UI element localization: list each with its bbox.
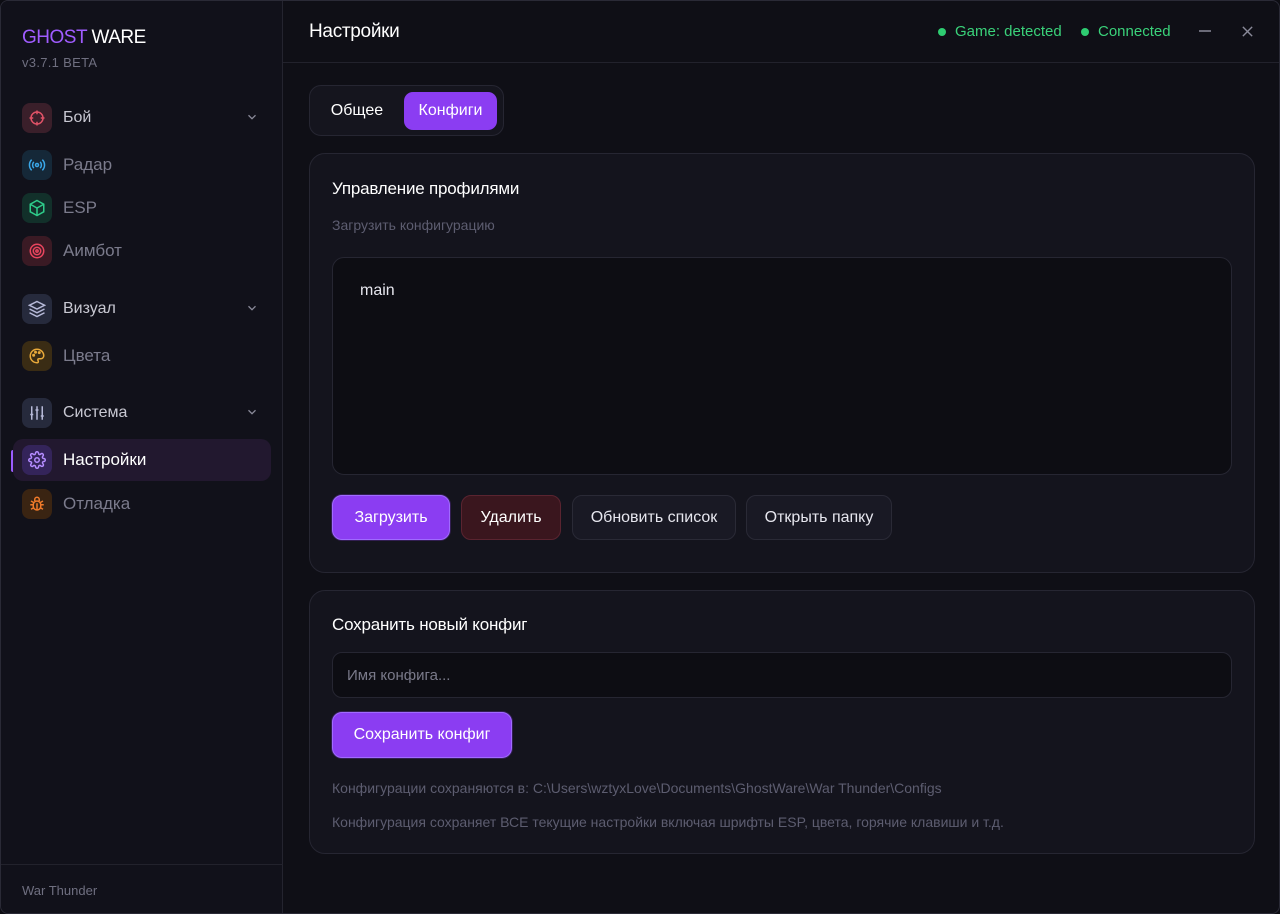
config-name-placeholder: Имя конфига... — [347, 667, 451, 684]
sidebar-item-label: ESP — [63, 198, 98, 217]
refresh-list-button[interactable]: Обновить список — [572, 495, 736, 540]
save-config-card: Сохранить новый конфиг Имя конфига... Со… — [309, 590, 1255, 854]
config-name-input[interactable]: Имя конфига... — [332, 652, 1232, 698]
status-connection: Connected — [1081, 23, 1171, 40]
crosshair-icon — [22, 103, 52, 133]
sidebar: GHOST WARE v3.7.1 BETA Бой Радар ESP Аим… — [1, 1, 283, 913]
save-path-note: Конфигурации сохраняются в: C:\Users\wzt… — [332, 780, 942, 796]
sidebar-group-system[interactable]: Система — [13, 392, 271, 434]
target-icon — [22, 236, 52, 266]
status-game: Game: detected — [938, 23, 1062, 40]
cube-icon — [22, 193, 52, 223]
chevron-down-icon — [248, 114, 256, 120]
app-logo: GHOST WARE — [22, 27, 146, 49]
save-info-note: Конфигурация сохраняет ВСЕ текущие настр… — [332, 814, 1004, 830]
header: Настройки Game: detected Connected — [283, 1, 1279, 63]
brand-ware: WARE — [91, 27, 147, 48]
sliders-icon — [22, 398, 52, 428]
sidebar-group-label: Бой — [63, 109, 92, 126]
config-list-item[interactable]: main — [360, 282, 395, 300]
chevron-down-icon — [248, 305, 256, 311]
status-dot-icon — [938, 27, 946, 36]
tab-configs[interactable]: Конфиги — [404, 92, 497, 130]
gear-icon — [22, 445, 52, 475]
chevron-down-icon — [248, 409, 256, 415]
profiles-card: Управление профилями Загрузить конфигура… — [309, 153, 1255, 573]
status-connection-text: Connected — [1098, 23, 1171, 40]
sidebar-item-label: Цвета — [63, 346, 111, 365]
open-folder-button[interactable]: Открыть папку — [746, 495, 892, 540]
sidebar-group-visual[interactable]: Визуал — [13, 288, 271, 330]
palette-icon — [22, 341, 52, 371]
sidebar-item-label: Аимбот — [63, 241, 122, 260]
sidebar-item-label: Радар — [63, 155, 113, 174]
sidebar-item-settings[interactable]: Настройки — [13, 439, 271, 481]
sidebar-item-esp[interactable]: ESP — [13, 187, 271, 229]
sidebar-item-aimbot[interactable]: Аимбот — [13, 230, 271, 272]
config-list[interactable]: main — [332, 257, 1232, 475]
radar-icon — [22, 150, 52, 180]
app-version: v3.7.1 BETA — [22, 55, 98, 70]
sidebar-item-label: Отладка — [63, 494, 131, 513]
close-icon — [1241, 25, 1253, 37]
sidebar-group-label: Визуал — [63, 300, 116, 317]
profiles-subtitle: Загрузить конфигурацию — [332, 217, 495, 233]
sidebar-item-colors[interactable]: Цвета — [13, 335, 271, 377]
game-name: War Thunder — [22, 883, 98, 898]
bug-icon — [22, 489, 52, 519]
delete-button[interactable]: Удалить — [461, 495, 561, 540]
layers-icon — [22, 294, 52, 324]
load-button[interactable]: Загрузить — [332, 495, 450, 540]
app-window: GHOST WARE v3.7.1 BETA Бой Радар ESP Аим… — [0, 0, 1280, 914]
page-title: Настройки — [309, 21, 400, 42]
save-config-button[interactable]: Сохранить конфиг — [332, 712, 512, 758]
save-config-title: Сохранить новый конфиг — [332, 615, 528, 634]
settings-tabs: Общее Конфиги — [309, 85, 504, 136]
close-button[interactable] — [1235, 19, 1259, 43]
minimize-icon — [1199, 30, 1211, 32]
sidebar-divider — [1, 864, 283, 865]
minimize-button[interactable] — [1193, 19, 1217, 43]
sidebar-item-debug[interactable]: Отладка — [13, 483, 271, 525]
brand-ghost: GHOST — [22, 27, 87, 48]
status-dot-icon — [1081, 27, 1089, 36]
sidebar-item-label: Настройки — [63, 450, 147, 469]
sidebar-group-label: Система — [63, 404, 128, 421]
sidebar-item-radar[interactable]: Радар — [13, 144, 271, 186]
tab-general[interactable]: Общее — [318, 92, 396, 130]
status-game-text: Game: detected — [955, 23, 1062, 40]
profiles-title: Управление профилями — [332, 179, 520, 198]
sidebar-group-combat[interactable]: Бой — [13, 97, 271, 139]
